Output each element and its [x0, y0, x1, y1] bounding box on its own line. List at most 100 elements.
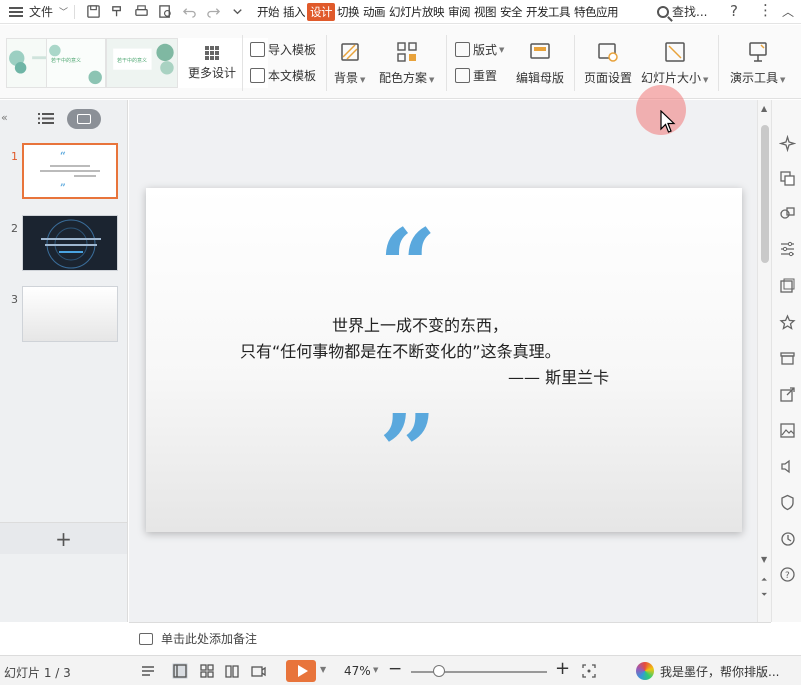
tab-slideshow[interactable]: 幻灯片放映: [387, 3, 446, 21]
adjust-settings-icon[interactable]: [779, 240, 796, 257]
zoom-level[interactable]: 47%: [344, 664, 371, 678]
page-setup-button[interactable]: 页面设置: [584, 41, 632, 86]
slide-thumbnail-2[interactable]: [22, 215, 118, 271]
previous-slide-icon[interactable]: ⏶: [761, 575, 767, 585]
notes-toggle-icon[interactable]: [140, 663, 156, 679]
undo-icon[interactable]: [181, 4, 197, 20]
help-circle-icon[interactable]: ?: [779, 566, 796, 583]
normal-view-icon[interactable]: [172, 663, 188, 679]
more-designs-label: 更多设计: [187, 66, 236, 80]
quote-line-1[interactable]: 世界上一成不变的东西，: [332, 312, 508, 336]
dropdown-arrow-icon: ▼: [703, 76, 709, 84]
image-gallery-icon[interactable]: [779, 278, 796, 295]
collapse-panel-icon[interactable]: «: [1, 111, 8, 124]
zoom-slider-track[interactable]: [411, 671, 547, 673]
theme-thumbnail[interactable]: 若干中的意义: [46, 38, 106, 88]
zoom-dropdown-icon[interactable]: ▼: [373, 666, 378, 674]
theme-thumbnail[interactable]: 若干中的意义: [106, 38, 178, 88]
assistant-text: 我是墨仔，帮你排版...: [660, 664, 780, 679]
presenter-view-icon[interactable]: [250, 663, 266, 679]
quote-attribution[interactable]: —— 斯里兰卡: [508, 364, 609, 388]
reset-button[interactable]: 重置: [455, 67, 497, 84]
format-painter-icon[interactable]: [109, 4, 125, 20]
customize-toolbar-icon[interactable]: [229, 4, 245, 20]
scroll-down-icon[interactable]: ▼: [761, 555, 767, 564]
reading-view-icon[interactable]: [224, 663, 240, 679]
help-icon[interactable]: ?: [730, 2, 738, 20]
play-slideshow-button[interactable]: [286, 660, 316, 682]
print-icon[interactable]: [133, 4, 149, 20]
next-slide-icon[interactable]: ⏷: [761, 590, 767, 600]
ai-assistant-button[interactable]: 我是墨仔，帮你排版...: [636, 662, 779, 680]
share-icon[interactable]: [779, 386, 796, 403]
add-slide-button[interactable]: +: [0, 522, 128, 554]
tab-special[interactable]: 特色应用: [572, 3, 620, 21]
redo-icon[interactable]: [205, 4, 221, 20]
animation-icon[interactable]: [778, 134, 797, 153]
more-options-icon[interactable]: ⋮: [758, 1, 773, 19]
import-template-button[interactable]: 导入模板: [250, 41, 316, 58]
more-designs-button[interactable]: 更多设计: [182, 46, 242, 81]
outline-view-icon[interactable]: [38, 113, 54, 124]
tab-security[interactable]: 安全: [498, 3, 524, 21]
slide-size-button[interactable]: 幻灯片大小 ▼: [641, 41, 708, 86]
print-preview-icon[interactable]: [157, 4, 173, 20]
star-icon[interactable]: [779, 314, 796, 331]
history-icon[interactable]: [779, 530, 796, 547]
reset-label: 重置: [473, 69, 498, 83]
shield-icon[interactable]: [779, 494, 796, 511]
picture-icon[interactable]: [779, 422, 796, 439]
quote-line-2[interactable]: 只有“任何事物都是在不断变化的”这条真理。: [240, 338, 561, 362]
status-bar: 幻灯片 1 / 3 ▼ 47% ▼ − + 我是墨仔，帮你排版...: [0, 655, 801, 685]
slide-sorter-icon[interactable]: [199, 663, 215, 679]
collapse-ribbon-icon[interactable]: ︿: [782, 3, 794, 20]
tab-developer[interactable]: 开发工具: [524, 3, 572, 21]
chevron-down-icon[interactable]: ﹀: [59, 5, 68, 18]
import-template-icon: [250, 42, 265, 57]
audio-icon[interactable]: [779, 458, 796, 475]
search-button[interactable]: 查找...: [657, 3, 707, 20]
slide-thumbnail-3[interactable]: [22, 286, 118, 342]
tab-transitions[interactable]: 切换: [335, 3, 361, 21]
edit-master-button[interactable]: 编辑母版: [516, 41, 564, 86]
theme-caption: 若干中的意义: [117, 58, 148, 64]
scroll-up-icon[interactable]: ▲: [761, 104, 767, 113]
zoom-in-button[interactable]: +: [555, 658, 570, 679]
layout-button[interactable]: 版式 ▼: [455, 41, 504, 58]
zoom-slider-knob[interactable]: [432, 665, 445, 677]
notes-pane[interactable]: 单击此处添加备注: [129, 622, 771, 654]
tab-review[interactable]: 审阅: [446, 3, 472, 21]
archive-icon[interactable]: [779, 350, 796, 367]
tab-design[interactable]: 设计: [307, 2, 336, 21]
fit-to-window-icon[interactable]: [581, 663, 597, 679]
slide-number: 3: [11, 293, 18, 306]
edit-master-label: 编辑母版: [516, 71, 565, 85]
tab-animations[interactable]: 动画: [361, 3, 387, 21]
this-template-button[interactable]: 本文模板: [250, 67, 316, 84]
slide-thumbnail-1[interactable]: “”: [22, 143, 118, 199]
vertical-scrollbar[interactable]: ▲ ▼ ⏶ ⏷: [757, 100, 771, 622]
play-options-dropdown-icon[interactable]: ▼: [320, 665, 326, 674]
background-button[interactable]: 背景 ▼: [334, 41, 365, 86]
tab-insert[interactable]: 插入: [281, 3, 307, 21]
color-scheme-button[interactable]: 配色方案 ▼: [379, 41, 434, 86]
tab-view[interactable]: 视图: [472, 3, 498, 21]
mouse-cursor-icon: [660, 110, 676, 133]
zoom-out-button[interactable]: −: [388, 659, 402, 679]
presentation-tools-button[interactable]: 演示工具 ▼: [730, 41, 785, 86]
slide-number: 2: [11, 222, 18, 235]
thumbnail-view-toggle[interactable]: [67, 109, 101, 129]
shapes-icon[interactable]: [779, 205, 796, 222]
theme-gallery: 若干中的意义 若干中的意义 更多设计: [6, 38, 268, 88]
svg-text:“: “: [60, 151, 66, 162]
copy-icon[interactable]: [779, 170, 796, 187]
slide-1[interactable]: “ 世界上一成不变的东西， 只有“任何事物都是在不断变化的”这条真理。 —— 斯…: [146, 188, 742, 532]
slide-size-icon: [664, 41, 686, 63]
save-icon[interactable]: [85, 4, 101, 20]
hamburger-menu-icon[interactable]: [9, 6, 23, 17]
file-menu[interactable]: 文件: [29, 3, 53, 20]
background-icon: [339, 41, 361, 63]
scrollbar-thumb[interactable]: [761, 125, 769, 263]
tab-home[interactable]: 开始: [255, 3, 281, 21]
slide-number: 1: [11, 150, 18, 163]
